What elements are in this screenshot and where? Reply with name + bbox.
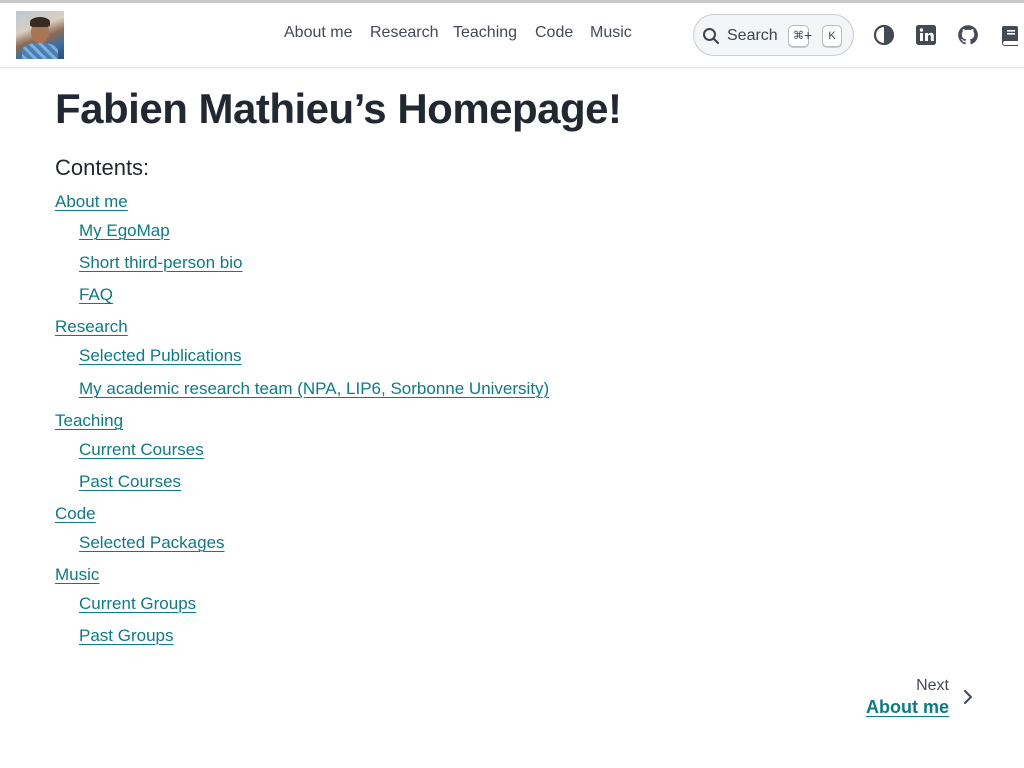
theme-toggle-icon[interactable] (873, 24, 895, 46)
nav-link-research[interactable]: Research (370, 24, 438, 42)
next-caption: Next (916, 677, 949, 694)
toc-link-music[interactable]: Music (55, 565, 99, 585)
toc-link-current-groups[interactable]: Current Groups (79, 594, 196, 614)
toc-link-teaching[interactable]: Teaching (55, 411, 123, 431)
nav-link-about-me[interactable]: About me (284, 24, 352, 42)
toc-link-my-egomap[interactable]: My EgoMap (79, 221, 170, 241)
linkedin-icon[interactable] (915, 24, 937, 46)
toc-link-code[interactable]: Code (55, 504, 96, 524)
page-title: Fabien Mathieu’s Homepage! (55, 85, 622, 132)
toc-link-short-bio[interactable]: Short third-person bio (79, 253, 242, 273)
toc-link-research-team[interactable]: My academic research team (NPA, LIP6, So… (79, 379, 549, 399)
toc-link-past-groups[interactable]: Past Groups (79, 626, 174, 646)
toc-link-selected-publications[interactable]: Selected Publications (79, 346, 242, 366)
chevron-right-icon[interactable] (960, 689, 976, 705)
toc-link-research[interactable]: Research (55, 317, 128, 337)
avatar-hair (30, 17, 50, 27)
github-icon[interactable] (957, 24, 979, 46)
next-title: About me (866, 697, 949, 717)
search-button[interactable]: Search ⌘ + K (693, 14, 854, 56)
nav-link-music[interactable]: Music (590, 24, 632, 42)
avatar[interactable] (16, 11, 64, 59)
nav-link-code[interactable]: Code (535, 24, 573, 42)
toc-link-faq[interactable]: FAQ (79, 285, 113, 305)
toc-caption: Contents: (55, 155, 150, 180)
search-icon (703, 28, 720, 45)
next-page-link[interactable]: Next About me (866, 677, 949, 719)
search-label: Search (727, 27, 778, 44)
toc-link-selected-packages[interactable]: Selected Packages (79, 533, 225, 553)
shortcut-k-key: K (822, 25, 842, 47)
book-icon[interactable] (999, 24, 1021, 46)
top-navbar: About me Research Teaching Code Music Se… (0, 0, 1024, 68)
avatar-shirt (22, 43, 58, 59)
nav-link-teaching[interactable]: Teaching (453, 24, 517, 42)
toc-link-past-courses[interactable]: Past Courses (79, 472, 181, 492)
shortcut-plus: + (804, 27, 813, 43)
toc-link-about-me[interactable]: About me (55, 192, 128, 212)
toc-link-current-courses[interactable]: Current Courses (79, 440, 204, 460)
